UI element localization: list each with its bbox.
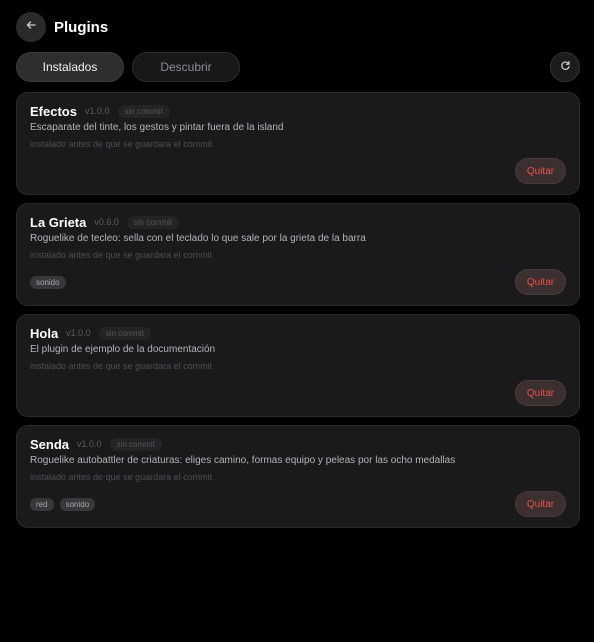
plugin-install-note: instalado antes de que se guardara el co… [30, 361, 213, 371]
plugin-title-row: Senda v1.0.0 sin commit [30, 436, 162, 452]
plugin-title-row: Hola v1.0.0 sin commit [30, 325, 151, 341]
plugin-install-note: instalado antes de que se guardara el co… [30, 250, 213, 260]
refresh-button[interactable] [550, 52, 580, 82]
header: Plugins [16, 12, 108, 42]
remove-button[interactable]: Quitar [515, 380, 566, 406]
plugin-card: Hola v1.0.0 sin commit El plugin de ejem… [16, 314, 580, 417]
remove-button[interactable]: Quitar [515, 269, 566, 295]
plugin-card: Efectos v1.0.0 sin commit Escaparate del… [16, 92, 580, 195]
plugin-list: Efectos v1.0.0 sin commit Escaparate del… [16, 92, 580, 536]
plugin-install-note: instalado antes de que se guardara el co… [30, 139, 213, 149]
tag-red: red [30, 498, 54, 511]
plugin-description: Roguelike de tecleo: sella con el teclad… [30, 233, 366, 244]
tag-sonido: sonido [30, 276, 66, 289]
plugin-card: Senda v1.0.0 sin commit Roguelike autoba… [16, 425, 580, 528]
plugin-name: Hola [30, 325, 59, 341]
plugin-version: v1.0.0 [66, 328, 91, 338]
commit-badge: sin commit [98, 326, 151, 340]
commit-badge: sin commit [126, 215, 180, 229]
plugin-description: Roguelike autobattler de criaturas: elig… [30, 455, 456, 466]
plugin-name: Senda [30, 436, 70, 452]
plugin-description: El plugin de ejemplo de la documentación [30, 344, 216, 355]
plugin-card: La Grieta v0.6.0 sin commit Roguelike de… [16, 203, 580, 306]
tag-sonido: sonido [59, 498, 96, 511]
plugin-version: v1.0.0 [77, 439, 102, 449]
back-button[interactable] [16, 12, 46, 42]
plugin-tags: sonido [30, 276, 66, 289]
refresh-icon [560, 58, 571, 76]
plugin-name: La Grieta [30, 214, 87, 230]
commit-badge: sin commit [117, 104, 170, 118]
page-title: Plugins [54, 18, 109, 36]
plugin-title-row: La Grieta v0.6.0 sin commit [30, 214, 180, 230]
remove-button[interactable]: Quitar [515, 158, 566, 184]
plugin-title-row: Efectos v1.0.0 sin commit [30, 103, 170, 119]
plugin-version: v0.6.0 [94, 217, 119, 227]
arrow-left-icon [25, 18, 37, 36]
plugin-description: Escaparate del tinte, los gestos y pinta… [30, 122, 284, 133]
tab-bar: Instalados Descubrir [16, 52, 240, 82]
remove-button[interactable]: Quitar [515, 491, 566, 517]
plugin-version: v1.0.0 [84, 106, 110, 116]
plugin-tags: red sonido [30, 498, 96, 511]
plugin-install-note: instalado antes de que se guardara el co… [30, 472, 213, 482]
tab-instalados[interactable]: Instalados [16, 52, 124, 82]
commit-badge: sin commit [109, 437, 162, 451]
tab-descubrir[interactable]: Descubrir [132, 52, 240, 82]
plugin-name: Efectos [30, 103, 77, 119]
